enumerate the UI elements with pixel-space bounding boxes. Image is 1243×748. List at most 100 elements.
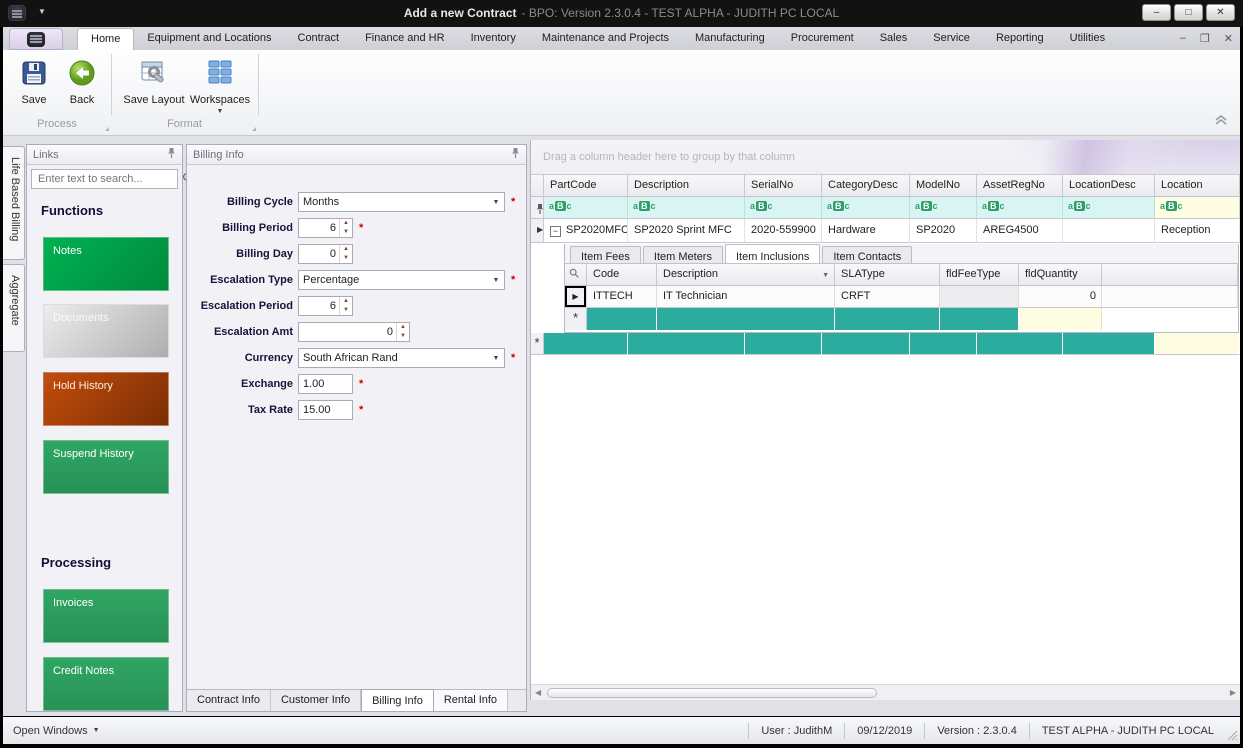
- link-button-credit-notes[interactable]: Credit Notes: [43, 657, 169, 711]
- tab-item-inclusions[interactable]: Item Inclusions: [725, 244, 820, 263]
- cell-location[interactable]: Reception: [1155, 219, 1240, 243]
- new-cell-categorydesc[interactable]: [822, 333, 910, 355]
- billing-cycle-dropdown[interactable]: Months ▼: [298, 192, 505, 212]
- tab-item-meters[interactable]: Item Meters: [643, 246, 723, 263]
- new-cell-assetregno[interactable]: [977, 333, 1063, 355]
- detail-column-slatype[interactable]: SLAType: [835, 264, 940, 286]
- ribbon-tab-inventory[interactable]: Inventory: [458, 28, 529, 50]
- save-button[interactable]: Save: [11, 56, 57, 106]
- collapse-row-icon[interactable]: −: [550, 226, 561, 237]
- escalation-period-spinner[interactable]: 6 ▲▼: [298, 296, 353, 316]
- workspaces-button[interactable]: Workspaces ▼: [189, 56, 251, 115]
- link-button-hold-history[interactable]: Hold History: [43, 372, 169, 426]
- tax-rate-input[interactable]: 15.00: [298, 400, 353, 420]
- side-tab-aggregate[interactable]: Aggregate: [3, 264, 25, 352]
- chevron-down-icon[interactable]: ▼: [488, 199, 504, 206]
- tab-contract-info[interactable]: Contract Info: [187, 690, 271, 711]
- ribbon-tab-sales[interactable]: Sales: [867, 28, 921, 50]
- cell-assetregno[interactable]: AREG4500: [977, 219, 1063, 243]
- detail-new-row[interactable]: *: [565, 308, 1238, 330]
- filter-cell-assetregno[interactable]: aBc: [977, 197, 1063, 219]
- escalation-amt-spinner[interactable]: 0 ▲▼: [298, 322, 410, 342]
- ribbon-tab-service[interactable]: Service: [920, 28, 983, 50]
- new-cell-code[interactable]: [587, 308, 657, 330]
- column-header-modelno[interactable]: ModelNo: [910, 175, 977, 197]
- close-button[interactable]: ✕: [1206, 4, 1235, 21]
- tab-item-contacts[interactable]: Item Contacts: [822, 246, 912, 263]
- grid-new-row[interactable]: *: [531, 333, 1240, 355]
- detail-search-icon[interactable]: [565, 264, 587, 286]
- link-button-suspend-history[interactable]: Suspend History: [43, 440, 169, 494]
- cell-modelno[interactable]: SP2020: [910, 219, 977, 243]
- ribbon-tab-utilities[interactable]: Utilities: [1057, 28, 1118, 50]
- detail-data-row[interactable]: ▶ ITTECH IT Technician CRFT 0: [565, 286, 1238, 308]
- collapse-ribbon-icon[interactable]: [1214, 114, 1228, 129]
- new-cell-location[interactable]: [1155, 333, 1240, 355]
- new-cell-modelno[interactable]: [910, 333, 977, 355]
- ribbon-tab-equipment-and-locations[interactable]: Equipment and Locations: [134, 28, 284, 50]
- new-cell-fldfeetype[interactable]: [940, 308, 1019, 330]
- currency-dropdown[interactable]: South African Rand ▼: [298, 348, 505, 368]
- link-button-notes[interactable]: Notes: [43, 237, 169, 291]
- minimize-button[interactable]: –: [1142, 4, 1171, 21]
- chevron-down-icon[interactable]: ▼: [488, 277, 504, 284]
- resize-grip[interactable]: [1226, 717, 1240, 744]
- new-cell-slatype[interactable]: [835, 308, 940, 330]
- filter-cell-categorydesc[interactable]: aBc: [822, 197, 910, 219]
- mdi-restore-button[interactable]: ❐: [1200, 32, 1210, 45]
- open-windows-button[interactable]: Open Windows ▼: [3, 725, 100, 737]
- filter-cell-partcode[interactable]: aBc: [544, 197, 628, 219]
- group-by-bar[interactable]: Drag a column header here to group by th…: [531, 140, 1240, 175]
- new-cell-description[interactable]: [657, 308, 835, 330]
- ribbon-tab-finance-and-hr[interactable]: Finance and HR: [352, 28, 458, 50]
- cell-partcode[interactable]: −SP2020MFC: [544, 219, 628, 243]
- cell-slatype[interactable]: CRFT: [835, 286, 940, 308]
- pin-icon[interactable]: [167, 147, 176, 162]
- cell-description[interactable]: SP2020 Sprint MFC: [628, 219, 745, 243]
- mdi-close-button[interactable]: ✕: [1224, 32, 1233, 45]
- filter-cell-description[interactable]: aBc: [628, 197, 745, 219]
- cell-description[interactable]: IT Technician: [657, 286, 835, 308]
- save-layout-button[interactable]: Save Layout: [119, 56, 189, 106]
- spinner-arrows-icon[interactable]: ▲▼: [396, 323, 409, 341]
- detail-column-code[interactable]: Code: [587, 264, 657, 286]
- billing-day-spinner[interactable]: 0 ▲▼: [298, 244, 353, 264]
- tab-billing-info[interactable]: Billing Info: [361, 689, 434, 711]
- filter-cell-locationdesc[interactable]: aBc: [1063, 197, 1155, 219]
- new-cell-serialno[interactable]: [745, 333, 822, 355]
- side-tab-life-based-billing[interactable]: Life Based Billing: [3, 146, 25, 260]
- grid-data-row[interactable]: ▶ −SP2020MFC SP2020 Sprint MFC 2020-5599…: [531, 219, 1240, 243]
- tab-item-fees[interactable]: Item Fees: [570, 246, 641, 263]
- spinner-arrows-icon[interactable]: ▲▼: [339, 245, 352, 263]
- new-cell-locationdesc[interactable]: [1063, 333, 1155, 355]
- links-search-box[interactable]: [31, 169, 178, 189]
- ribbon-tab-procurement[interactable]: Procurement: [778, 28, 867, 50]
- column-header-partcode[interactable]: PartCode: [544, 175, 628, 197]
- chevron-down-icon[interactable]: ▼: [822, 272, 829, 279]
- spinner-arrows-icon[interactable]: ▲▼: [339, 297, 352, 315]
- application-menu-button[interactable]: [9, 28, 63, 50]
- link-button-documents[interactable]: Documents: [43, 304, 169, 358]
- horizontal-scrollbar[interactable]: ◀ ▶: [531, 684, 1240, 700]
- exchange-input[interactable]: 1.00: [298, 374, 353, 394]
- detail-column-fldquantity[interactable]: fldQuantity: [1019, 264, 1102, 286]
- search-input[interactable]: [36, 172, 182, 186]
- link-button-invoices[interactable]: Invoices: [43, 589, 169, 643]
- filter-cell-modelno[interactable]: aBc: [910, 197, 977, 219]
- maximize-button[interactable]: □: [1174, 4, 1203, 21]
- filter-cell-serialno[interactable]: aBc: [745, 197, 822, 219]
- chevron-down-icon[interactable]: ▼: [488, 355, 504, 362]
- scroll-left-icon[interactable]: ◀: [535, 688, 541, 697]
- back-button[interactable]: Back: [59, 56, 105, 106]
- filter-cell-location[interactable]: aBc: [1155, 197, 1240, 219]
- cell-fldfeetype[interactable]: [940, 286, 1019, 308]
- tab-customer-info[interactable]: Customer Info: [271, 690, 361, 711]
- cell-categorydesc[interactable]: Hardware: [822, 219, 910, 243]
- column-header-description[interactable]: Description: [628, 175, 745, 197]
- ribbon-tab-reporting[interactable]: Reporting: [983, 28, 1057, 50]
- pin-icon[interactable]: [511, 147, 520, 162]
- column-header-serialno[interactable]: SerialNo: [745, 175, 822, 197]
- new-cell-fldquantity[interactable]: [1019, 308, 1102, 330]
- new-cell-partcode[interactable]: [544, 333, 628, 355]
- scroll-right-icon[interactable]: ▶: [1230, 688, 1236, 697]
